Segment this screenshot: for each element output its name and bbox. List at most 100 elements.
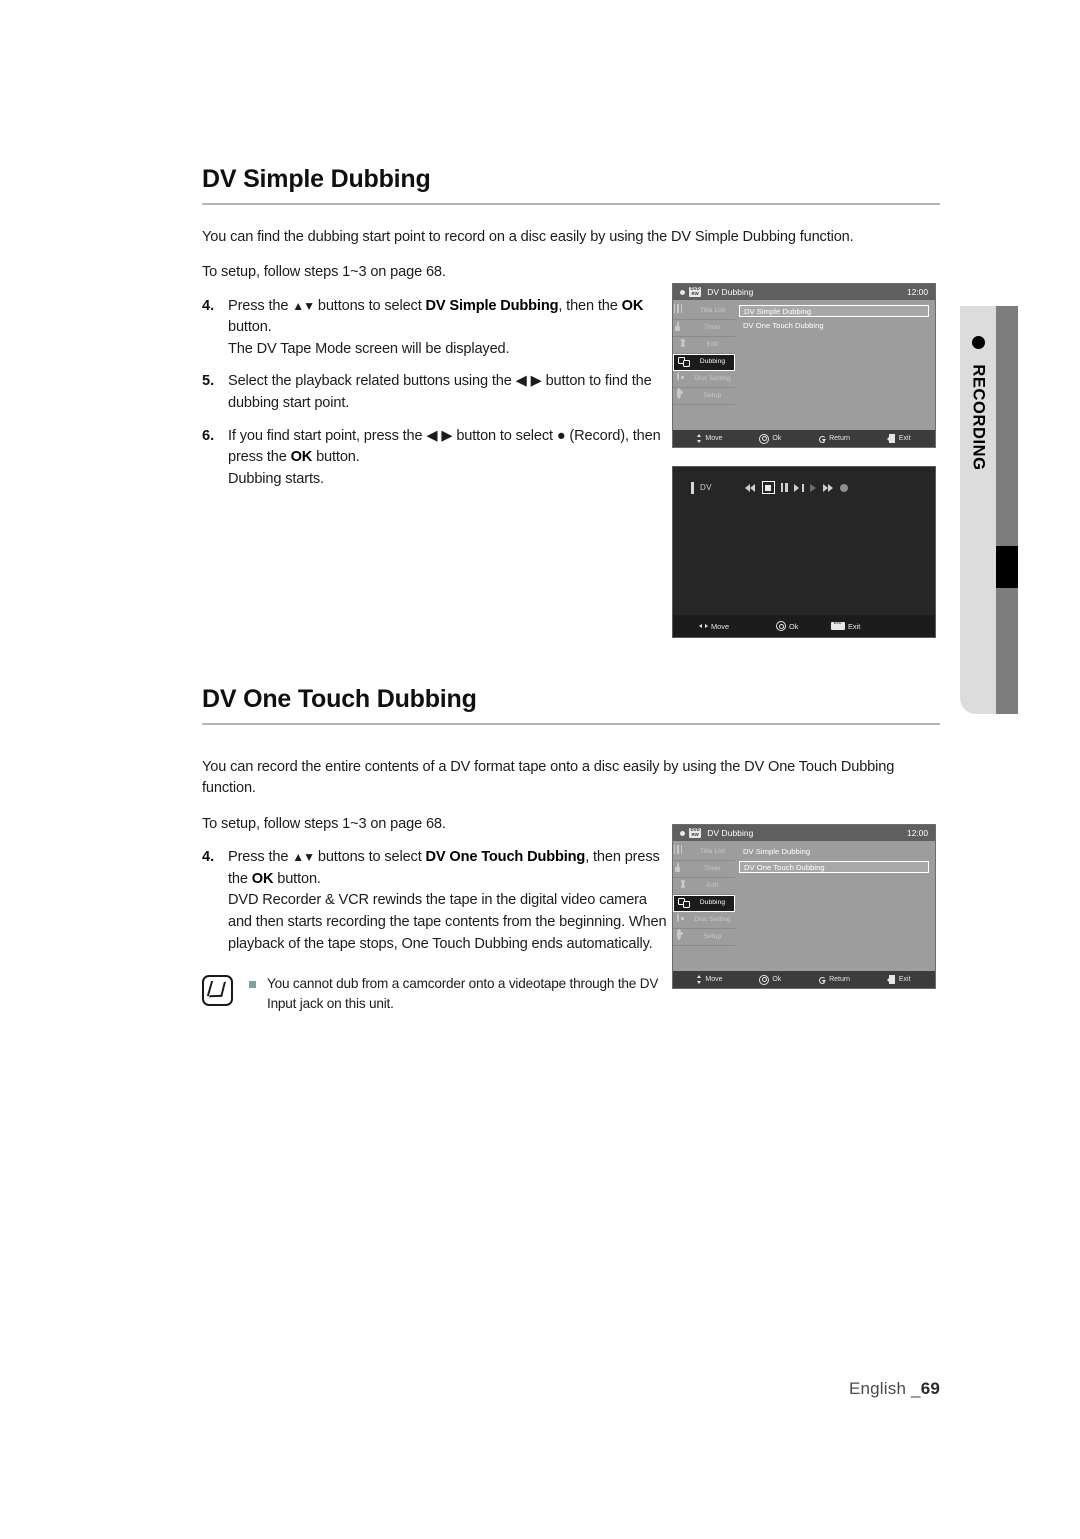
footer-exit-button[interactable]: Exit <box>886 434 911 443</box>
footer-exit-button[interactable]: Exit <box>886 975 911 984</box>
footer-label: Ok <box>772 976 782 983</box>
footer-ok-button[interactable]: Ok <box>776 621 798 631</box>
step-text-a: Select the playback related buttons usin… <box>228 373 516 390</box>
ok-button-icon <box>759 974 770 985</box>
footer-return-button[interactable]: Return <box>818 435 850 443</box>
step-item: 4. Press the ▲▼ buttons to select DV One… <box>202 847 672 955</box>
sidebar-item-timer[interactable]: Timer <box>673 861 735 878</box>
footer-return-button[interactable]: Return <box>818 976 850 984</box>
sidebar-item-label: Timer <box>703 323 722 331</box>
step-bold-ok: OK <box>290 449 313 466</box>
sidebar-item-label: Dubbing <box>699 358 726 366</box>
transport-controls <box>744 481 848 494</box>
stop-icon[interactable] <box>761 481 775 494</box>
footer-move-button[interactable]: Move <box>699 622 729 631</box>
step-number: 6. <box>202 427 215 444</box>
note-pen-icon <box>202 975 233 1006</box>
tape-footer: Move Ok EXIT Exit <box>673 615 935 637</box>
osd-body: Title List Timer Edit Dubbing Disc Setti… <box>673 300 935 430</box>
osd-title: DV Dubbing <box>707 828 754 838</box>
source-indicator-bar <box>691 481 694 494</box>
sidebar-item-title-list[interactable]: Title List <box>673 303 735 320</box>
play-icon[interactable] <box>809 483 817 492</box>
setup-gear-icon <box>677 929 690 943</box>
osd-sidebar: Title List Timer Edit Dubbing Disc Setti… <box>673 841 735 971</box>
step-text-c: , then the <box>558 297 622 314</box>
setup-gear-icon <box>677 388 690 402</box>
note-block: You cannot dub from a camcorder onto a v… <box>202 974 672 1015</box>
exit-icon <box>886 975 896 984</box>
step-item: 5. Select the playback related buttons u… <box>202 371 664 414</box>
footer-ok-button[interactable]: Ok <box>759 974 782 985</box>
sidebar-item-label: Dubbing <box>699 899 726 907</box>
sidebar-item-disc-setting[interactable]: Disc Setting <box>673 371 735 388</box>
intro-paragraph-2: You can record the entire contents of a … <box>202 758 895 797</box>
sidebar-item-dubbing[interactable]: Dubbing <box>673 895 735 912</box>
osd-screenshot-dv-dubbing-menu: DVD RW DV Dubbing 12:00 Title List Timer … <box>672 283 936 448</box>
dvd-rw-badge-icon: DVD RW <box>689 827 702 839</box>
footer-label: Move <box>705 976 723 983</box>
sidebar-item-label: Setup <box>703 391 722 399</box>
record-icon[interactable] <box>839 483 848 492</box>
exit-badge-icon: EXIT <box>831 622 845 630</box>
disc-dot-icon <box>680 289 685 295</box>
steps-list-1: 4. Press the ▲▼ buttons to select DV Sim… <box>202 296 664 491</box>
step-bold-ok: OK <box>251 870 274 887</box>
footer-exit-button[interactable]: EXIT Exit <box>831 622 860 631</box>
sidebar-item-edit[interactable]: Edit <box>673 878 735 895</box>
osd-footer: Move Ok Return Exit <box>673 430 935 447</box>
up-down-arrows-icon: ▲▼ <box>292 850 315 865</box>
sidebar-item-label: Title List <box>699 306 726 314</box>
menu-item-dv-simple-dubbing[interactable]: DV Simple Dubbing <box>739 846 929 858</box>
sidebar-item-title-list[interactable]: Title List <box>673 844 735 861</box>
osd-screenshot-dv-dubbing-menu-2: DVD RW DV Dubbing 12:00 Title List Timer … <box>672 824 936 989</box>
ok-button-icon <box>759 433 770 444</box>
step-number: 4. <box>202 297 215 314</box>
side-tab-body: RECORDING <box>960 306 996 714</box>
step-text-d: button. <box>312 449 360 466</box>
side-tab-marker-block <box>996 546 1018 588</box>
step-bold-ok: OK <box>621 297 644 314</box>
footer-ok-button[interactable]: Ok <box>759 433 781 444</box>
sidebar-item-setup[interactable]: Setup <box>673 929 735 946</box>
osd-header: DVD RW DV Dubbing 12:00 <box>673 825 935 841</box>
intro-paragraph-1: You can find the dubbing start point to … <box>202 228 854 245</box>
step-text-d: button. <box>228 319 272 336</box>
title-divider-2 <box>202 722 940 725</box>
sidebar-item-edit[interactable]: Edit <box>673 337 735 354</box>
sidebar-item-dubbing[interactable]: Dubbing <box>673 354 735 371</box>
up-down-arrows-icon: ▲▼ <box>292 298 315 313</box>
left-right-arrows-icon: ◀ ▶ <box>426 427 453 444</box>
footer-label: Return <box>829 976 851 983</box>
fast-forward-icon[interactable] <box>822 483 834 492</box>
sidebar-item-label: Title List <box>699 847 726 855</box>
menu-item-dv-one-touch-dubbing[interactable]: DV One Touch Dubbing <box>739 320 929 332</box>
pause-icon[interactable] <box>780 483 788 492</box>
sidebar-item-disc-setting[interactable]: Disc Setting <box>673 912 735 929</box>
footer-move-button[interactable]: Move <box>697 975 723 984</box>
sidebar-item-label: Disc Setting <box>694 915 731 923</box>
sidebar-item-timer[interactable]: Timer <box>673 320 735 337</box>
footer-move-button[interactable]: Move <box>697 434 723 443</box>
record-dot-icon <box>972 336 985 349</box>
footer-page-number: 69 <box>920 1379 940 1398</box>
left-right-arrows-icon: ◀ ▶ <box>515 373 542 390</box>
steps-list-2: 4. Press the ▲▼ buttons to select DV One… <box>202 847 672 955</box>
rewind-icon[interactable] <box>744 483 756 492</box>
menu-item-dv-one-touch-dubbing[interactable]: DV One Touch Dubbing <box>739 861 929 873</box>
step-text-a: If you find start point, press the <box>228 427 427 444</box>
page-footer: English _69 <box>849 1379 940 1399</box>
osd-menu-list: DV Simple Dubbing DV One Touch Dubbing <box>735 841 935 971</box>
step-number: 4. <box>202 849 215 866</box>
slow-advance-icon[interactable] <box>793 483 804 492</box>
sidebar-item-label: Timer <box>703 864 722 872</box>
footer-label: Move <box>711 621 730 631</box>
menu-item-dv-simple-dubbing[interactable]: DV Simple Dubbing <box>739 305 929 317</box>
up-down-arrows-icon <box>697 434 702 443</box>
title-divider-1 <box>202 202 940 205</box>
step-text-b: buttons to select <box>313 849 426 866</box>
sidebar-item-setup[interactable]: Setup <box>673 388 735 405</box>
step-number: 5. <box>202 373 215 390</box>
disc-dot-icon <box>680 830 685 836</box>
footer-label: Exit <box>898 435 911 442</box>
